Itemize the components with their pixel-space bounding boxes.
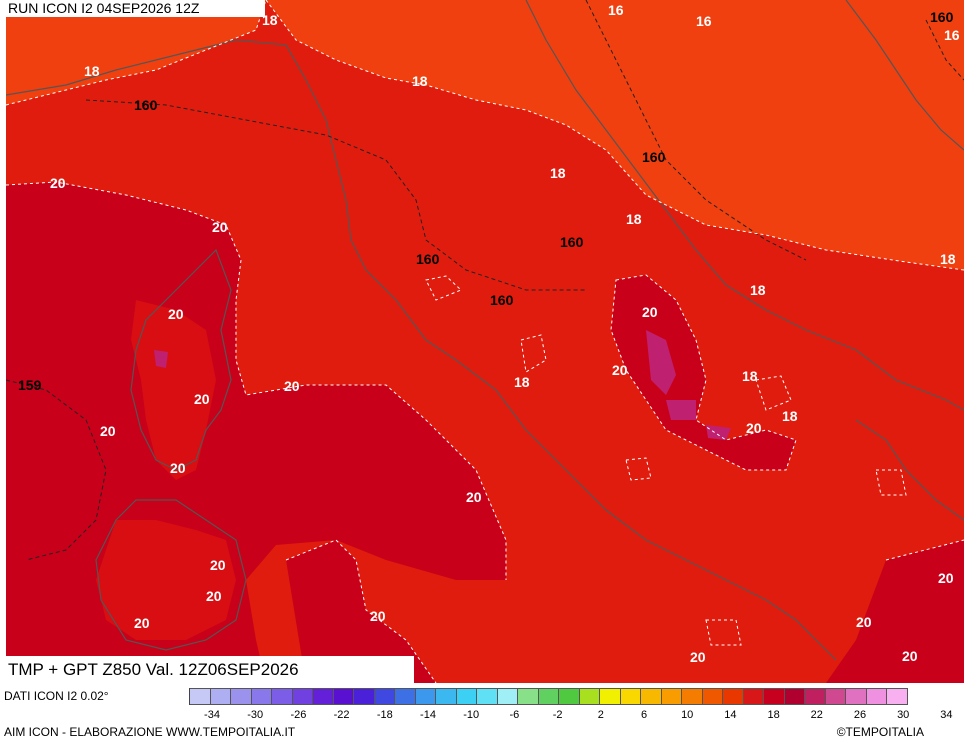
isoline-label: 16: [696, 13, 712, 29]
legend-swatch: [395, 688, 416, 705]
isoline-label: 20: [206, 588, 222, 604]
isoline-label: 160: [416, 251, 440, 267]
isoline-label: 20: [168, 306, 184, 322]
legend-tick-label: -14: [420, 709, 436, 721]
legend-swatch: [436, 688, 457, 705]
legend-swatch: [764, 688, 785, 705]
legend-swatch: [620, 688, 641, 705]
legend-swatch: [518, 688, 539, 705]
isoline-label: 160: [560, 234, 584, 250]
legend-tick-label: 14: [724, 709, 737, 721]
isoline-label: 20: [746, 420, 762, 436]
isoline-label: 160: [930, 9, 954, 25]
isoline-label: 20: [938, 570, 954, 586]
legend-swatch: [456, 688, 477, 705]
legend-swatch: [825, 688, 846, 705]
legend-swatch: [333, 688, 354, 705]
legend-tick-label: 6: [640, 709, 648, 721]
isoline-label: 18: [782, 408, 798, 424]
isoline-label: 20: [902, 648, 918, 664]
legend-tick-label: 34: [940, 709, 953, 721]
legend-swatch: [600, 688, 621, 705]
isoline-label: 20: [194, 391, 210, 407]
legend-swatch: [805, 688, 826, 705]
legend-tick-label: 22: [810, 709, 823, 721]
legend-swatch: [702, 688, 723, 705]
legend-swatch: [887, 688, 908, 705]
isoline-label: 18: [550, 165, 566, 181]
legend-swatch: [292, 688, 313, 705]
isoline-label: 20: [170, 460, 186, 476]
isoline-label: 160: [490, 292, 514, 308]
legend-swatch: [559, 688, 580, 705]
legend-swatch: [846, 688, 867, 705]
isoline-label: 20: [466, 489, 482, 505]
isoline-label: 16: [608, 2, 624, 18]
legend-swatch: [641, 688, 662, 705]
legend-swatch: [477, 688, 498, 705]
legend-tick-label: -34: [204, 709, 220, 721]
data-source-label: DATI ICON I2 0.02°: [4, 689, 109, 703]
legend-swatch: [231, 688, 252, 705]
legend-swatch: [251, 688, 272, 705]
isoline-label: 20: [370, 608, 386, 624]
legend-swatch: [415, 688, 436, 705]
isoline-label: 18: [626, 211, 642, 227]
legend-swatch: [272, 688, 293, 705]
isoline-label: 20: [612, 362, 628, 378]
legend-tick-label: -26: [290, 709, 307, 721]
legend-tick-label: 26: [853, 709, 867, 721]
isoline-label: 20: [856, 614, 872, 630]
legend-tick-label: -22: [333, 709, 350, 721]
variable-title: TMP + GPT Z850 Val. 12Z06SEP2026: [6, 656, 414, 683]
isoline-label: 20: [642, 304, 658, 320]
legend-swatch: [210, 688, 231, 705]
isoline-label: 18: [514, 374, 530, 390]
temperature-map: 16 16 160 16 18 18 160 20 18 160 18 20 1…: [6, 0, 964, 683]
legend-swatch: [661, 688, 682, 705]
isoline-label: 18: [940, 251, 956, 267]
legend-tick-label: -6: [509, 709, 520, 721]
legend-tick-label: -2: [552, 709, 563, 721]
legend-swatch: [743, 688, 764, 705]
legend-swatch: [682, 688, 703, 705]
isoline-label: 16: [944, 27, 960, 43]
isoline-label: 20: [100, 423, 116, 439]
legend-tick-label: -10: [463, 709, 480, 721]
legend-swatch: [723, 688, 744, 705]
isoline-label: 18: [412, 73, 428, 89]
isoline-label: 18: [750, 282, 766, 298]
isoline-label: 20: [134, 615, 150, 631]
isoline-label: 18: [84, 63, 100, 79]
legend-tick-label: -18: [376, 709, 393, 721]
isoline-label: 159: [18, 377, 42, 393]
isoline-label: 160: [642, 149, 666, 165]
isoline-label: 20: [212, 219, 228, 235]
isoline-label: 20: [284, 378, 300, 394]
legend-swatch: [579, 688, 600, 705]
isoline-label: 18: [742, 368, 758, 384]
isoline-label: 20: [50, 175, 66, 191]
credit-right: ©TEMPOITALIA: [836, 725, 924, 739]
color-scale-legend: [189, 688, 908, 705]
legend-swatch: [497, 688, 518, 705]
legend-tick-label: 30: [897, 709, 910, 721]
legend-ticks: -34 -30 -26 -22 -18 -14 -10 -6 -2 2 6 10 14 18 22 26 30 3…: [189, 709, 967, 723]
legend-swatch: [374, 688, 395, 705]
legend-swatch: [784, 688, 805, 705]
isoline-label: 160: [134, 97, 158, 113]
legend-swatch: [354, 688, 375, 705]
legend-tick-label: 10: [681, 709, 694, 721]
legend-swatch: [313, 688, 334, 705]
credit-left: AIM ICON - ELABORAZIONE WWW.TEMPOITALIA.…: [4, 725, 296, 739]
isoline-label: 20: [210, 557, 226, 573]
legend-tick-label: 2: [597, 709, 604, 721]
run-title: RUN ICON I2 04SEP2026 12Z: [6, 0, 265, 17]
legend-tick-label: -30: [247, 709, 264, 721]
legend-tick-label: 18: [767, 709, 780, 721]
legend-swatch: [538, 688, 559, 705]
legend-swatch: [866, 688, 887, 705]
isoline-label: 20: [690, 649, 706, 665]
legend-swatch: [190, 688, 211, 705]
